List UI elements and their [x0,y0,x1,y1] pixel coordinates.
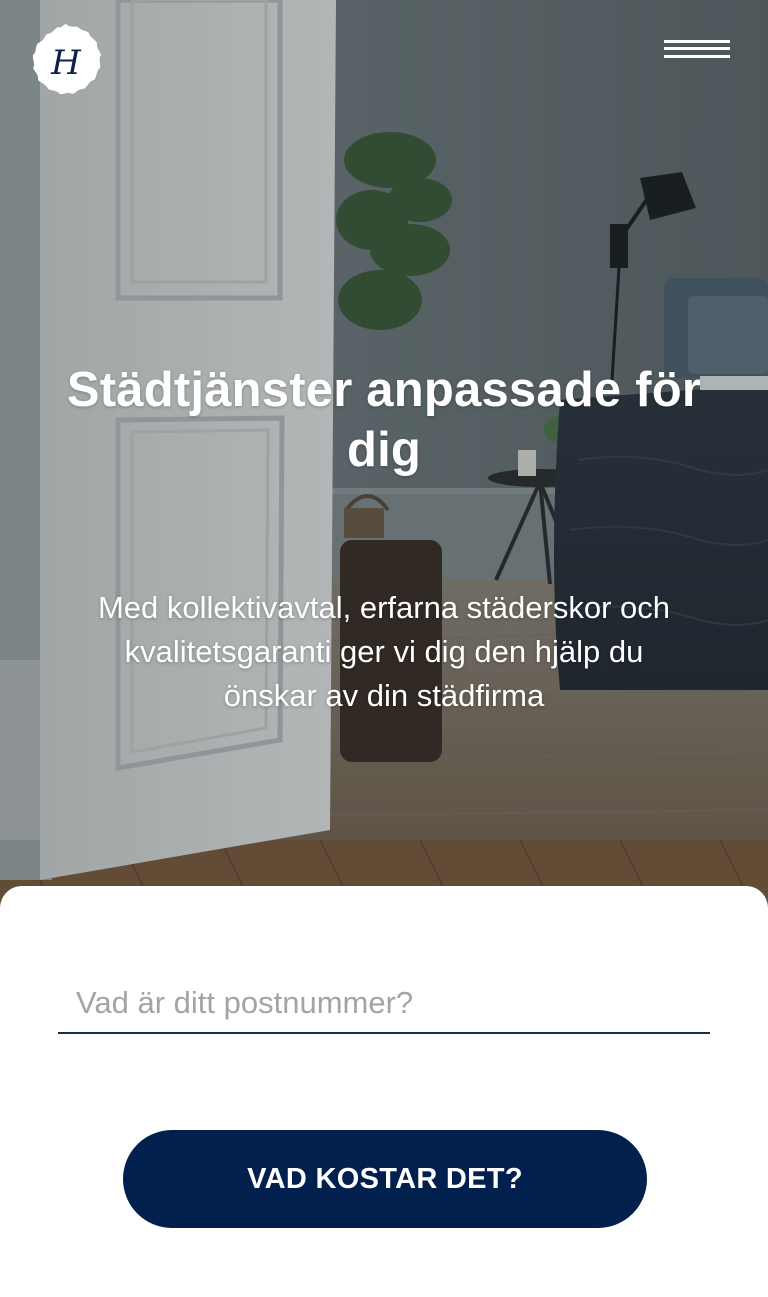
page: H Städtjänster anpassade för dig Med kol… [0,0,768,1297]
postcode-input[interactable] [58,974,710,1034]
hero-subtitle: Med kollektivavtal, erfarna städerskor o… [97,590,671,713]
price-cta-button[interactable]: VAD KOSTAR DET? [123,1130,647,1228]
logo[interactable]: H [26,22,106,102]
hero-title: Städtjänster anpassade för dig [66,363,702,477]
menu-bar [664,47,730,50]
menu-bar [664,55,730,58]
logo-monogram-icon: H [32,24,101,95]
hero-section: H Städtjänster anpassade för dig Med kol… [0,0,768,920]
menu-bar [664,40,730,43]
svg-text:H: H [50,43,82,83]
postcode-form-card [0,886,768,1297]
hamburger-menu-icon[interactable] [660,36,734,68]
